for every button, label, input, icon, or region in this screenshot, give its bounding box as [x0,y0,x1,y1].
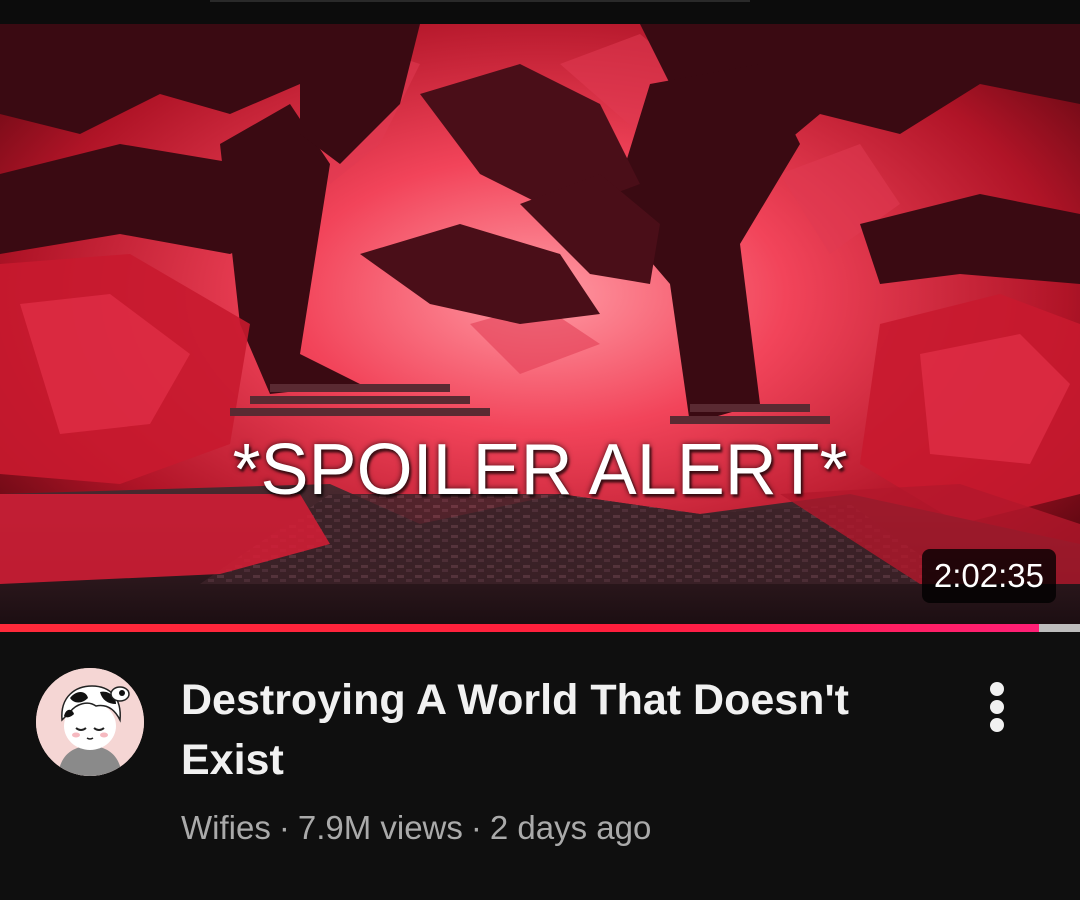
video-title[interactable]: Destroying A World That Doesn't Exist [181,670,921,790]
divider [210,0,750,2]
thumbnail-image [0,24,1080,624]
video-metadata: Wifies · 7.9M views · 2 days ago [181,808,651,848]
upload-age: 2 days ago [489,809,652,846]
watch-progress-bar [0,624,1080,632]
watch-progress-fill [0,624,1039,632]
meta-separator: · [470,809,482,846]
top-edge [0,0,1080,24]
video-details: Destroying A World That Doesn't Exist Wi… [0,632,1080,900]
channel-avatar[interactable] [36,668,144,776]
avatar-icon [36,668,144,776]
meta-separator: · [278,809,290,846]
more-actions-button[interactable] [970,676,1026,736]
channel-name[interactable]: Wifies [181,809,271,846]
video-card: *SPOILER ALERT* 2:02:35 Destroying A Wor… [0,0,1080,900]
view-count: 7.9M views [297,809,463,846]
duration-badge: 2:02:35 [921,549,1056,603]
thumbnail-overlay-text: *SPOILER ALERT* [232,430,848,510]
video-thumbnail[interactable]: *SPOILER ALERT* 2:02:35 [0,24,1080,624]
